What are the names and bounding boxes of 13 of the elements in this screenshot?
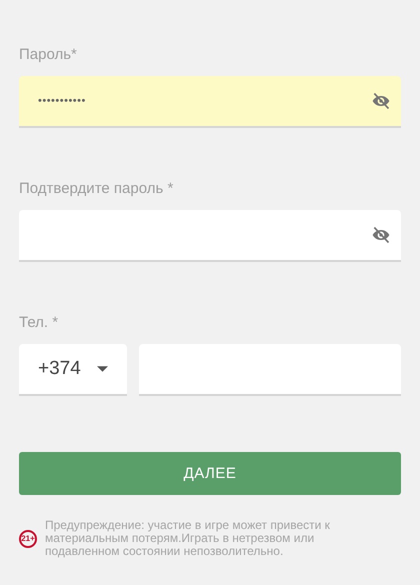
next-button[interactable]: ДАЛЕЕ: [19, 452, 401, 495]
dropdown-caret-icon: [97, 366, 108, 372]
field-label: Тел. *: [19, 314, 60, 332]
field-label: Пароль*: [19, 46, 78, 64]
eye-hidden-icon[interactable]: [371, 225, 391, 245]
password-field[interactable]: [19, 210, 401, 262]
country-code-dropdown[interactable]: +374: [19, 344, 127, 396]
eye-hidden-icon[interactable]: [371, 91, 391, 111]
age-limit-icon: 21+: [19, 530, 37, 548]
warning-text: Предупреждение: участие в игре может привести к материальным потерям.Играть в нетрезвом или подавленном состоянии непозволительно.: [45, 519, 331, 558]
phone-field[interactable]: [139, 344, 401, 396]
field-label: Подтвердите пароль *: [19, 180, 174, 198]
password-field[interactable]: •••••••••••: [19, 76, 401, 128]
